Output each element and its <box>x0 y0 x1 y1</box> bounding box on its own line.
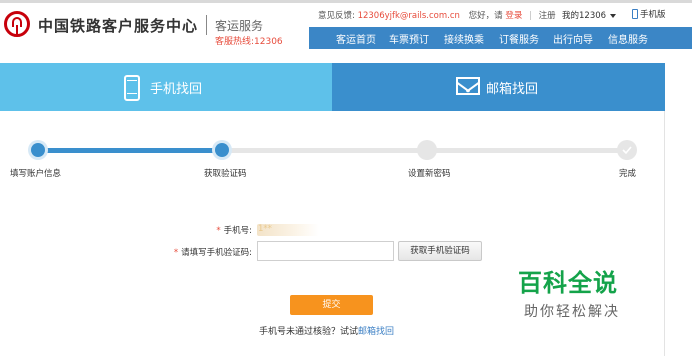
separator: | <box>529 11 532 21</box>
tab-phone-recovery[interactable]: 手机找回 <box>0 63 332 111</box>
step-label-code: 获取验证码 <box>204 169 247 179</box>
step-dot-3 <box>417 140 437 160</box>
fallback-text: 手机号未通过核验？试试邮箱找回 <box>259 324 394 337</box>
brand-divider <box>206 15 207 35</box>
watermark-subtitle: 助你轻松解决 <box>524 304 620 320</box>
register-link[interactable]: 注册 <box>539 11 556 21</box>
utility-links: 意见反馈: 12306yjfk@rails.com.cn 您好，请 登录 | 注… <box>318 9 556 21</box>
mail-icon <box>456 77 480 95</box>
nav-item-info[interactable]: 信息服务 <box>608 31 648 46</box>
code-label: * 请填写手机验证码: <box>173 248 252 258</box>
mobile-label: 手机版 <box>640 10 666 20</box>
submit-button[interactable]: 提交 <box>290 295 373 315</box>
nav-item-booking[interactable]: 车票预订 <box>389 31 429 46</box>
tab-email-recovery[interactable]: 邮箱找回 <box>332 63 665 111</box>
hotline-text: 客服热线:12306 <box>215 37 283 47</box>
phone-label: * 手机号: <box>216 226 252 236</box>
tab-phone-label: 手机找回 <box>150 82 203 97</box>
step-label-account: 填写账户信息 <box>10 169 62 179</box>
phone-number-value: 1** <box>257 224 319 236</box>
brand-title: 中国铁路客户服务中心 <box>38 17 199 35</box>
nav-item-meals[interactable]: 订餐服务 <box>499 31 539 46</box>
login-link[interactable]: 登录 <box>505 11 522 21</box>
watermark-title: 百科全说 <box>518 269 618 297</box>
mobile-phone-icon <box>632 9 638 19</box>
phone-icon <box>124 75 140 101</box>
tab-email-label: 邮箱找回 <box>486 82 539 97</box>
my-account-label: 我的12306 <box>562 11 607 21</box>
fallback-prefix: 手机号未通过核验？试试 <box>259 327 359 337</box>
progress-steps: 填写账户信息 获取验证码 设置新密码 完成 <box>0 135 665 179</box>
header-spacer <box>0 49 692 63</box>
step-label-password: 设置新密码 <box>408 169 451 179</box>
brand-subtitle: 客运服务 <box>215 19 264 33</box>
recovery-tabs: 手机找回 邮箱找回 <box>0 63 665 118</box>
main-nav: 客运首页 车票预订 接续换乘 订餐服务 出行向导 信息服务 <box>309 27 692 49</box>
feedback-email-link[interactable]: 12306yjfk@rails.com.cn <box>358 11 460 21</box>
email-recovery-link[interactable]: 邮箱找回 <box>358 327 394 337</box>
step-dot-4 <box>617 140 637 160</box>
nav-item-guide[interactable]: 出行向导 <box>553 31 593 46</box>
watermark: 百科全说 助你轻松解决 <box>512 263 662 328</box>
progress-track-done <box>38 148 222 153</box>
railway-logo-icon[interactable] <box>4 11 30 37</box>
greeting-text: 您好，请 <box>468 11 503 21</box>
caret-down-icon <box>610 13 617 18</box>
check-icon <box>622 146 632 155</box>
nav-item-home[interactable]: 客运首页 <box>336 31 376 46</box>
feedback-label: 意见反馈: <box>318 11 355 21</box>
verification-code-input[interactable] <box>257 241 394 261</box>
step-dot-1 <box>28 140 48 160</box>
my-account-menu[interactable]: 我的12306 <box>562 9 617 21</box>
step-label-done: 完成 <box>619 169 637 179</box>
nav-item-transfer[interactable]: 接续换乘 <box>444 31 484 46</box>
step-dot-2 <box>212 140 232 160</box>
get-code-button[interactable]: 获取手机验证码 <box>398 241 482 261</box>
mobile-version-link[interactable]: 手机版 <box>632 8 666 20</box>
